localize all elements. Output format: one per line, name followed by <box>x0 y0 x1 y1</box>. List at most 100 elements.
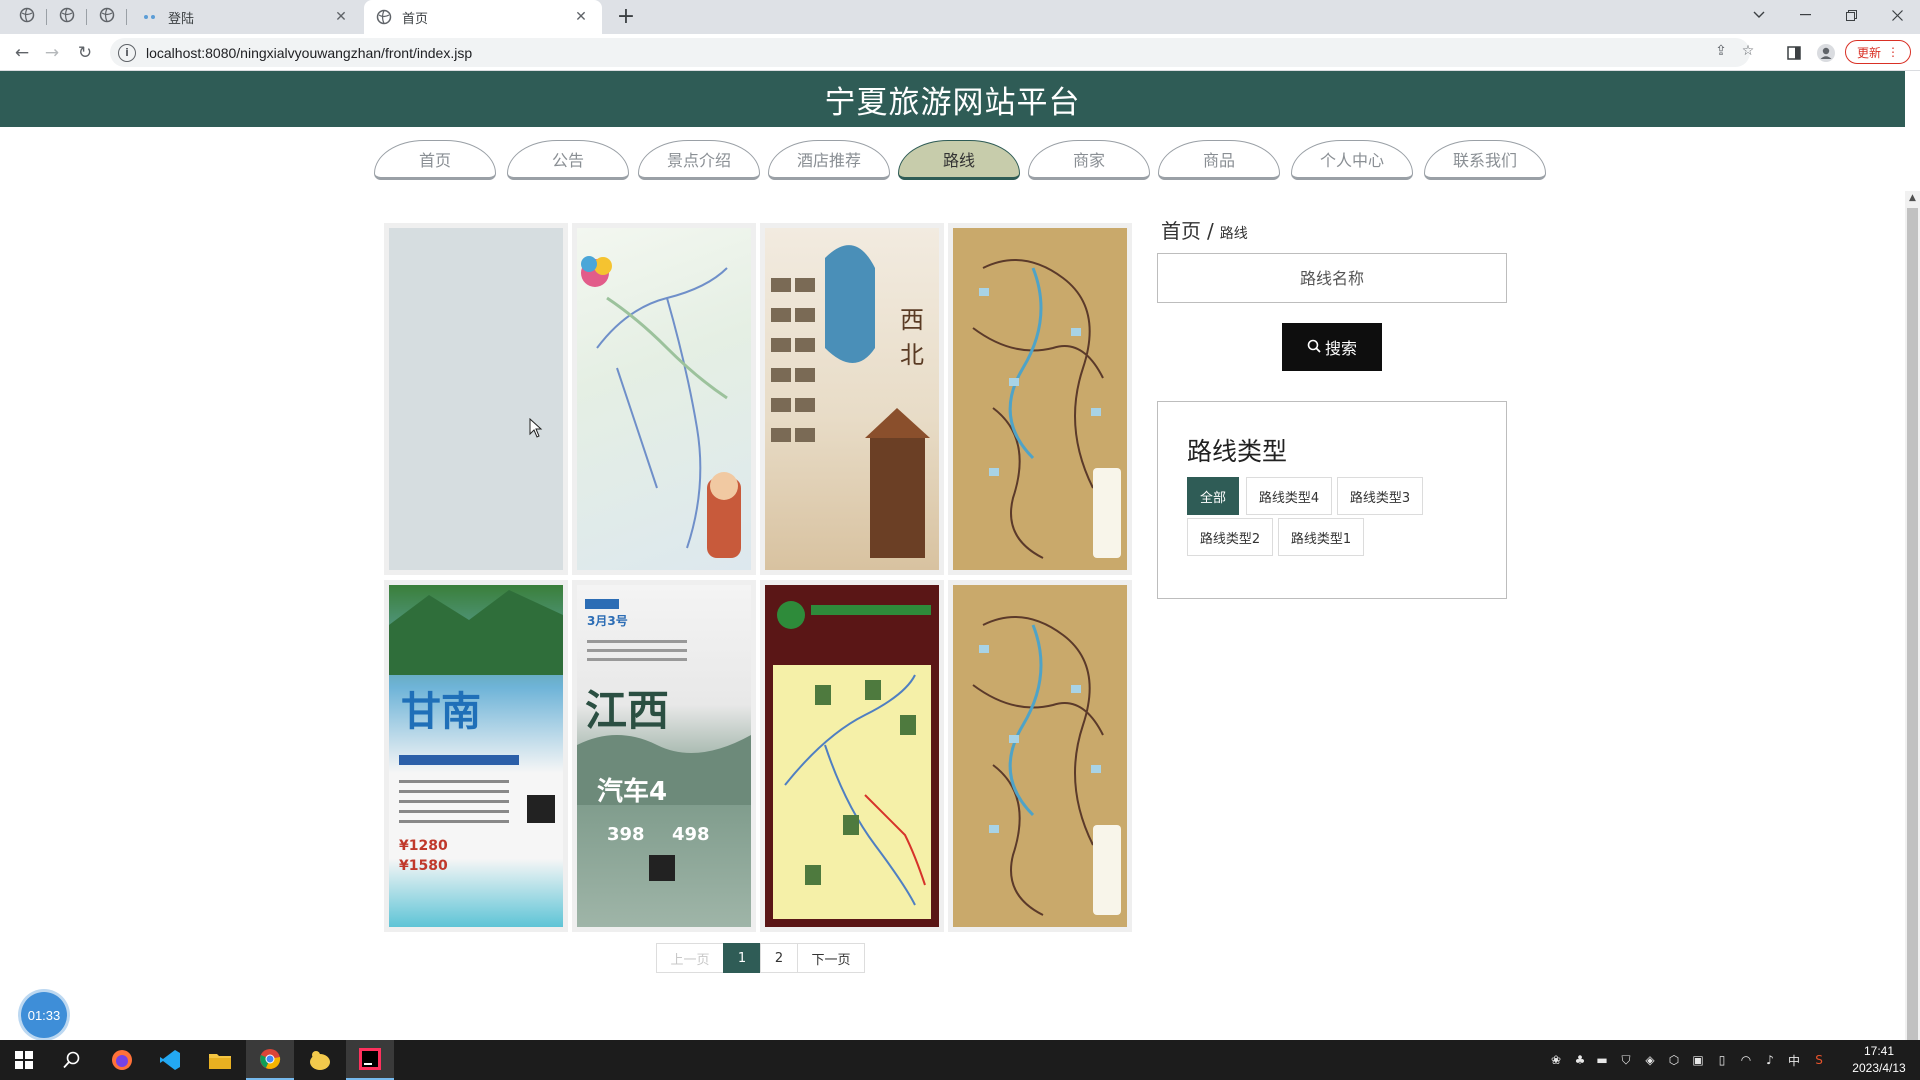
tray-app-icon[interactable]: ◈ <box>1641 1052 1659 1068</box>
firefox-icon[interactable] <box>98 1040 146 1080</box>
nav-home[interactable]: 首页 <box>374 140 496 180</box>
address-bar[interactable]: i localhost:8080/ningxialvyouwangzhan/fr… <box>110 38 1754 67</box>
route-image-map <box>577 228 751 570</box>
search-icon <box>1307 338 1321 357</box>
close-icon[interactable]: ✕ <box>332 8 350 26</box>
recording-timer[interactable]: 01:33 <box>21 992 67 1038</box>
scroll-up-icon[interactable]: ▲ <box>1905 191 1920 206</box>
nav-contact[interactable]: 联系我们 <box>1424 140 1546 180</box>
tab-home[interactable]: 首页 ✕ <box>364 0 602 34</box>
route-type-3[interactable]: 路线类型3 <box>1337 477 1423 515</box>
forward-arrow-icon[interactable]: → <box>38 39 66 67</box>
minimize-icon[interactable] <box>1782 0 1828 30</box>
tab-login[interactable]: 登陆 ✕ <box>130 0 362 34</box>
route-card[interactable] <box>760 580 944 932</box>
tray-app-icon[interactable]: ♣ <box>1571 1052 1589 1068</box>
pinned-tab-3[interactable] <box>94 6 120 28</box>
clock-date: 2023/4/13 <box>1852 1061 1906 1075</box>
route-image-jiangxi-poster: 3月3号 江西 汽车4 398 498 <box>577 585 751 927</box>
breadcrumb-separator: / <box>1207 219 1214 243</box>
info-icon[interactable]: i <box>118 43 136 62</box>
nav-personal-center[interactable]: 个人中心 <box>1291 140 1413 180</box>
search-icon[interactable] <box>48 1040 96 1080</box>
window-close-icon[interactable] <box>1874 0 1920 30</box>
battery-icon[interactable]: ▯ <box>1713 1052 1731 1068</box>
share-icon[interactable]: ⇪ <box>1711 43 1731 63</box>
tray-app-icon[interactable]: ❀ <box>1547 1052 1565 1068</box>
route-image-poster: 西 北 <box>765 228 939 570</box>
chrome-icon[interactable] <box>246 1040 294 1080</box>
prev-page-button[interactable]: 上一页 <box>656 943 724 973</box>
route-type-panel: 路线类型 全部 路线类型4 路线类型3 路线类型2 路线类型1 <box>1157 401 1507 599</box>
search-button[interactable]: 搜索 <box>1282 323 1382 371</box>
search-button-label: 搜索 <box>1324 339 1357 358</box>
route-name-input[interactable] <box>1158 254 1506 302</box>
close-icon[interactable]: ✕ <box>572 8 590 26</box>
sogou-ime-icon[interactable]: S <box>1810 1052 1828 1068</box>
page-1-button[interactable]: 1 <box>723 943 761 973</box>
tray-app-icon[interactable]: ▣ <box>1689 1052 1707 1068</box>
svg-text:3月3号: 3月3号 <box>587 613 628 628</box>
globe-icon <box>99 7 115 27</box>
url-text: localhost:8080/ningxialvyouwangzhan/fron… <box>146 44 473 61</box>
globe-icon <box>376 9 392 25</box>
reload-icon[interactable]: ↻ <box>71 39 99 67</box>
tab-title: 首页 <box>402 11 429 27</box>
star-icon[interactable]: ☆ <box>1738 43 1758 63</box>
page-viewport: 宁夏旅游网站平台 首页 公告 景点介绍 酒店推荐 路线 商家 商品 个人中心 联… <box>0 71 1920 1040</box>
restore-icon[interactable] <box>1828 0 1874 30</box>
svg-text:¥1280: ¥1280 <box>399 838 448 854</box>
vscode-icon[interactable] <box>146 1040 194 1080</box>
route-card[interactable] <box>572 223 756 575</box>
nav-attractions[interactable]: 景点介绍 <box>638 140 760 180</box>
route-type-4[interactable]: 路线类型4 <box>1246 477 1332 515</box>
page-2-button[interactable]: 2 <box>760 943 798 973</box>
clock-time: 17:41 <box>1863 1044 1895 1058</box>
route-type-2[interactable]: 路线类型2 <box>1187 518 1273 556</box>
new-tab-button[interactable]: + <box>612 4 640 30</box>
app-icon-yellow[interactable] <box>296 1040 344 1080</box>
route-image-placeholder <box>389 228 563 570</box>
page-scrollbar[interactable]: ▲ ▼ <box>1905 191 1920 1040</box>
back-arrow-icon[interactable]: ← <box>8 39 36 67</box>
route-card[interactable]: 3月3号 江西 汽车4 398 498 <box>572 580 756 932</box>
nav-notice[interactable]: 公告 <box>507 140 629 180</box>
side-panel-icon[interactable] <box>1783 42 1805 64</box>
route-card[interactable] <box>948 580 1132 932</box>
tray-app-icon[interactable]: ▬ <box>1593 1052 1611 1068</box>
route-image-network-map <box>953 228 1127 570</box>
globe-icon <box>19 7 35 27</box>
system-clock[interactable]: 17:41 2023/4/13 <box>1838 1043 1920 1077</box>
scrollbar-thumb[interactable] <box>1907 208 1918 1040</box>
pinned-tab-1[interactable] <box>14 6 40 28</box>
browser-toolbar: ← → ↻ i localhost:8080/ningxialvyouwangz… <box>0 34 1920 71</box>
nav-goods[interactable]: 商品 <box>1158 140 1280 180</box>
tab-search-chevron-icon[interactable] <box>1736 0 1782 30</box>
profile-avatar-icon[interactable] <box>1815 42 1837 64</box>
route-card[interactable]: 甘南 ¥1280 ¥1580 <box>384 580 568 932</box>
route-type-1[interactable]: 路线类型1 <box>1278 518 1364 556</box>
next-page-button[interactable]: 下一页 <box>797 943 865 973</box>
route-name-search-field <box>1157 253 1507 303</box>
volume-icon[interactable]: ♪ <box>1761 1052 1779 1068</box>
site-title: 宁夏旅游网站平台 <box>0 71 1905 127</box>
windows-start-icon[interactable] <box>0 1040 48 1080</box>
nav-hotels[interactable]: 酒店推荐 <box>768 140 890 180</box>
intellij-icon[interactable] <box>346 1040 394 1080</box>
update-button[interactable]: 更新 ⋮ <box>1845 40 1911 64</box>
file-explorer-icon[interactable] <box>196 1040 244 1080</box>
route-card[interactable]: 西 北 <box>760 223 944 575</box>
route-card[interactable] <box>948 223 1132 575</box>
nav-merchants[interactable]: 商家 <box>1028 140 1150 180</box>
route-image-network-map <box>953 585 1127 927</box>
network-icon[interactable]: ◠ <box>1737 1052 1755 1068</box>
main-nav: 首页 公告 景点介绍 酒店推荐 路线 商家 商品 个人中心 联系我们 <box>374 140 1546 180</box>
pinned-tab-2[interactable] <box>54 6 80 28</box>
route-type-all[interactable]: 全部 <box>1187 477 1239 515</box>
nav-routes[interactable]: 路线 <box>898 140 1020 180</box>
tray-app-icon[interactable]: ⬡ <box>1665 1052 1683 1068</box>
tray-shield-icon[interactable]: ⛉ <box>1617 1052 1635 1068</box>
route-card[interactable] <box>384 223 568 575</box>
breadcrumb-home[interactable]: 首页 <box>1161 219 1201 243</box>
ime-indicator[interactable]: 中 <box>1785 1052 1803 1068</box>
